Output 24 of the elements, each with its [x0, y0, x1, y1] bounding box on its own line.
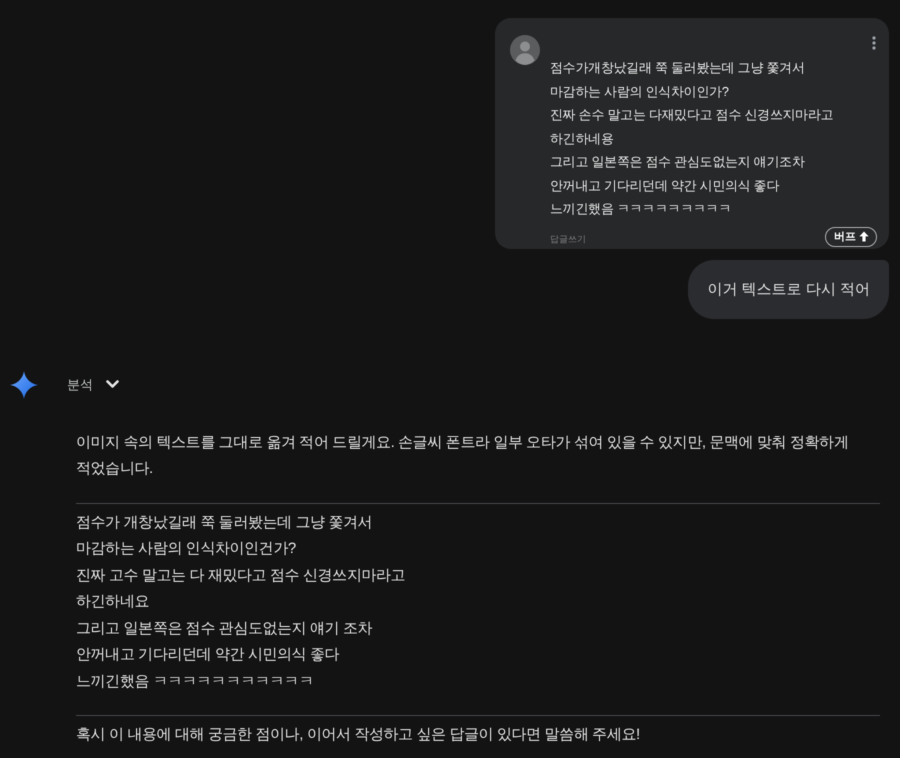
transcribed-line: 느끼긴했음 ㅋㅋㅋㅋㅋㅋㅋㅋㅋㅋㅋ [76, 672, 314, 692]
sparkle-icon [10, 370, 38, 398]
closing-paragraph: 혹시 이 내용에 대해 궁금한 점이나, 이어서 작성하고 싶은 답글이 있다면 말씀해 주세요! [76, 725, 641, 745]
transcribed-line: 하긴하네요 [76, 592, 150, 612]
comment-line: 안꺼내고 기다리던데 약간 시민의식 좋다 [550, 176, 780, 194]
user-message-bubble: 이거 텍스트로 다시 적어 [688, 260, 889, 318]
boost-button[interactable]: 버프 [825, 226, 877, 246]
comment-line: 마감하는 사람의 인식차이인가? [550, 82, 730, 100]
transcribed-line: 그리고 일본쪽은 점수 관심도없는지 얘기 조차 [76, 618, 374, 638]
transcribed-line: 점수가 개창났길래 쭉 둘러봤는데 그냥 쫓겨서 [76, 512, 374, 532]
comment-line: 느끼긴했음 ㅋㅋㅋㅋㅋㅋㅋㅋㅋ [550, 200, 732, 218]
reply-link[interactable]: 답글쓰기 [550, 232, 586, 244]
avatar-icon [510, 35, 540, 65]
intro-paragraph: 이미지 속의 텍스트를 그대로 옮겨 적어 드릴게요. 손글씨 폰트라 일부 오타가 섞여 있을 수 있지만, 문맥에 맞춰 정확하게 적었습니다. [76, 432, 850, 479]
comment-line: 점수가개창났길래 쭉 둘러봤는데 그냥 쫓겨서 [550, 59, 806, 77]
transcribed-line: 마감하는 사람의 인식차이인건가? [76, 539, 297, 559]
more-menu-icon [872, 36, 876, 50]
analysis-toggle[interactable]: 분석 [67, 376, 119, 394]
transcribed-line: 진짜 고수 말고는 다 재밌다고 점수 신경쓰지마라고 [76, 566, 406, 586]
transcribed-line: 안꺼내고 기다리던데 약간 시민의식 좋다 [76, 645, 340, 665]
comment-line: 그리고 일본쪽은 점수 관심도없는지 얘기조차 [550, 153, 806, 171]
comment-line: 진짜 손수 말고는 다재밌다고 점수 신경쓰지마라고 [550, 106, 834, 124]
up-arrow-icon [859, 231, 869, 242]
comment-line: 하긴하네용 [550, 130, 615, 148]
